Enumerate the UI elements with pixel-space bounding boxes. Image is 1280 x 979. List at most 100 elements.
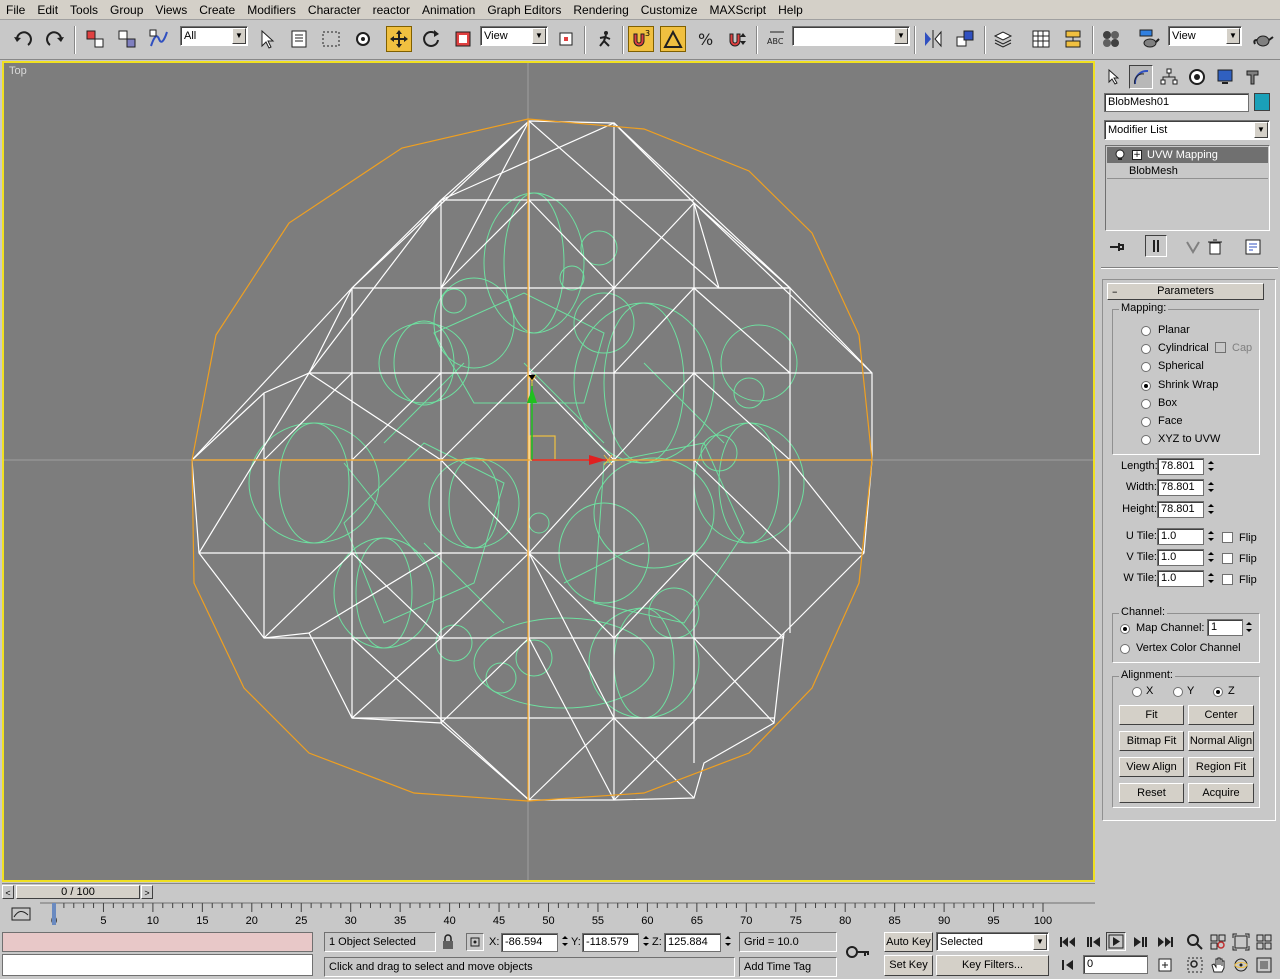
- key-filters-button[interactable]: Key Filters...: [936, 955, 1049, 976]
- next-frame-button[interactable]: [1130, 934, 1150, 953]
- top-viewport[interactable]: Top: [2, 61, 1095, 882]
- z-coord-field[interactable]: 125.884: [664, 933, 721, 952]
- u-flip-checkbox[interactable]: [1222, 532, 1233, 543]
- mapping-planar-radio[interactable]: [1141, 326, 1151, 336]
- motion-tab[interactable]: [1185, 65, 1209, 89]
- length-field[interactable]: 78.801: [1157, 458, 1204, 475]
- time-slider-prev-button[interactable]: <: [2, 885, 14, 899]
- named-selection-dropdown[interactable]: ▼: [792, 26, 910, 46]
- select-object-button[interactable]: [254, 26, 280, 52]
- select-and-move-button[interactable]: [386, 26, 412, 52]
- x-coord-spinner[interactable]: [560, 933, 570, 950]
- render-scene-button[interactable]: [1136, 26, 1162, 52]
- menu-animation[interactable]: Animation: [416, 0, 481, 20]
- cap-checkbox[interactable]: [1215, 342, 1226, 353]
- configure-sets-button[interactable]: [1243, 237, 1263, 260]
- map-channel-spinner[interactable]: [1244, 619, 1254, 636]
- bind-space-warp-button[interactable]: [146, 26, 172, 52]
- object-name-field[interactable]: BlobMesh01: [1104, 93, 1249, 112]
- pivot-center-button[interactable]: [554, 26, 580, 52]
- select-and-rotate-button[interactable]: [418, 26, 444, 52]
- curve-editor-button[interactable]: [1028, 26, 1054, 52]
- maxscript-listener-pink[interactable]: [2, 932, 313, 952]
- menu-create[interactable]: Create: [193, 0, 241, 20]
- center-button[interactable]: Center: [1188, 705, 1254, 725]
- expand-plus-icon[interactable]: +: [1132, 150, 1142, 160]
- manipulate-button[interactable]: [592, 26, 618, 52]
- current-frame-field[interactable]: 0: [1083, 955, 1148, 974]
- menu-customize[interactable]: Customize: [635, 0, 704, 20]
- blobmesh-object[interactable]: [248, 192, 805, 719]
- select-and-link-button[interactable]: [82, 26, 108, 52]
- parameters-rollout-header[interactable]: – Parameters: [1107, 283, 1264, 300]
- menu-help[interactable]: Help: [772, 0, 809, 20]
- track-bar[interactable]: 0510152025303540455055606570758085909510…: [0, 900, 1099, 930]
- map-channel-field[interactable]: 1: [1207, 619, 1243, 636]
- key-mode-dropdown[interactable]: Selected ▼: [936, 932, 1049, 951]
- reset-button[interactable]: Reset: [1119, 783, 1184, 803]
- time-slider-track[interactable]: < 0 / 100 >: [2, 883, 1095, 900]
- menu-views[interactable]: Views: [149, 0, 193, 20]
- go-to-end-button[interactable]: [1155, 934, 1175, 953]
- u-tile-spinner[interactable]: [1206, 528, 1216, 545]
- auto-key-button[interactable]: Auto Key: [884, 932, 933, 952]
- key-mode-toggle-button[interactable]: [1060, 957, 1076, 976]
- w-flip-checkbox[interactable]: [1222, 574, 1233, 585]
- select-and-scale-button[interactable]: [450, 26, 476, 52]
- time-slider-next-button[interactable]: >: [141, 885, 153, 899]
- rectangular-selection-button[interactable]: [318, 26, 344, 52]
- selection-filter-dropdown[interactable]: All ▼: [180, 26, 248, 46]
- previous-frame-button[interactable]: [1084, 934, 1104, 953]
- spinner-snap-button[interactable]: [724, 26, 750, 52]
- modifier-list-dropdown[interactable]: Modifier List ▼: [1104, 120, 1270, 140]
- mapping-box-radio[interactable]: [1141, 398, 1151, 409]
- time-slider-thumb[interactable]: 0 / 100: [16, 885, 140, 899]
- layer-manager-button[interactable]: [990, 26, 1016, 52]
- make-unique-button[interactable]: [1183, 237, 1203, 260]
- zoom-button[interactable]: [1186, 933, 1204, 954]
- transform-gizmo[interactable]: [527, 374, 613, 466]
- align-x-radio[interactable]: [1132, 687, 1142, 697]
- zoom-all-button[interactable]: [1209, 933, 1227, 954]
- absolute-mode-button[interactable]: [466, 933, 484, 951]
- remove-modifier-button[interactable]: [1205, 237, 1225, 260]
- width-field[interactable]: 78.801: [1157, 479, 1204, 496]
- object-color-swatch[interactable]: [1254, 93, 1270, 111]
- menu-rendering[interactable]: Rendering: [567, 0, 634, 20]
- region-fit-button[interactable]: Region Fit: [1188, 757, 1254, 777]
- percent-snap-button[interactable]: %: [692, 26, 718, 52]
- material-editor-button[interactable]: [1098, 26, 1124, 52]
- zoom-extents-button[interactable]: [1232, 933, 1250, 954]
- quick-render-button[interactable]: [1250, 26, 1276, 52]
- v-tile-spinner[interactable]: [1206, 549, 1216, 566]
- go-to-start-button[interactable]: [1058, 934, 1078, 953]
- mapping-face-radio[interactable]: [1141, 417, 1151, 427]
- v-tile-field[interactable]: 1.0: [1157, 549, 1204, 566]
- undo-button[interactable]: [10, 26, 36, 52]
- redo-button[interactable]: [42, 26, 68, 52]
- length-spinner[interactable]: [1206, 458, 1216, 475]
- hierarchy-tab[interactable]: [1157, 65, 1181, 89]
- menu-file[interactable]: File: [0, 0, 31, 20]
- align-z-radio[interactable]: [1213, 687, 1223, 697]
- menu-maxscript[interactable]: MAXScript: [703, 0, 772, 20]
- acquire-button[interactable]: Acquire: [1188, 783, 1254, 803]
- view-align-button[interactable]: View Align: [1119, 757, 1184, 777]
- set-keys-button[interactable]: [843, 940, 873, 969]
- snaps-toggle-button[interactable]: 3: [628, 26, 654, 52]
- maximize-viewport-button[interactable]: [1255, 956, 1273, 977]
- menu-modifiers[interactable]: Modifiers: [241, 0, 302, 20]
- w-tile-field[interactable]: 1.0: [1157, 570, 1204, 587]
- bitmap-fit-button[interactable]: Bitmap Fit: [1119, 731, 1184, 751]
- time-configuration-button[interactable]: [1157, 957, 1175, 976]
- unlink-button[interactable]: [114, 26, 140, 52]
- z-coord-spinner[interactable]: [723, 933, 733, 950]
- play-button[interactable]: [1106, 932, 1126, 951]
- add-time-tag[interactable]: Add Time Tag: [739, 957, 837, 977]
- set-key-button[interactable]: Set Key: [884, 955, 933, 976]
- menu-edit[interactable]: Edit: [31, 0, 64, 20]
- edit-named-selections-button[interactable]: ABC: [764, 26, 790, 52]
- x-coord-field[interactable]: -86.594: [501, 933, 558, 952]
- select-by-name-button[interactable]: [286, 26, 312, 52]
- map-channel-radio[interactable]: [1120, 624, 1130, 634]
